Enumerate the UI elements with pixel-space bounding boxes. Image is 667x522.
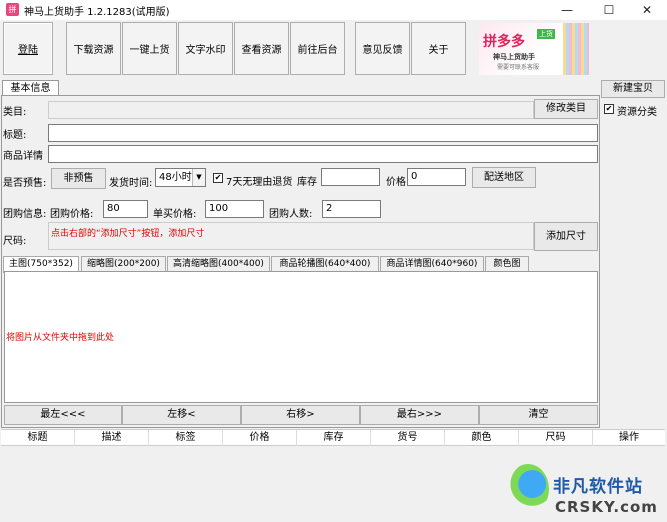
download-label: 下载资源 [73, 45, 114, 56]
items-table-header: 标题 描述 标签 价格 库存 货号 颜色 尺码 操作 [1, 429, 665, 446]
maximize-button[interactable]: ☐ [589, 0, 629, 20]
feedback-button[interactable]: 意见反馈 [355, 22, 410, 75]
size-hint: 点击右部的“添加尺寸”按钮，添加尺寸 [51, 229, 205, 239]
single-price-input[interactable]: 100 [205, 200, 264, 218]
stock-label: 库存 [297, 177, 317, 188]
watermark-label: 文字水印 [185, 45, 226, 56]
group-size-input[interactable]: 2 [322, 200, 381, 218]
return-policy-label: 7天无理由退货 [226, 177, 293, 188]
column-header[interactable]: 标签 [149, 430, 223, 446]
watermark-logo-icon [507, 464, 549, 514]
resource-category-checkbox[interactable]: ✔ [604, 104, 614, 114]
ad-banner[interactable]: 拼多多 上货 神马上货助手 需要可联系客服 [479, 23, 589, 75]
move-left-button[interactable]: 左移< [122, 405, 241, 425]
view-resources-label: 查看资源 [241, 45, 282, 56]
group-info-label: 团购信息: [3, 209, 47, 220]
site-watermark: 非凡软件站 CRSKY.com [505, 462, 667, 522]
minimize-button[interactable]: — [547, 0, 587, 20]
login-label: 登陆 [18, 45, 38, 56]
go-backend-button[interactable]: 前往后台 [290, 22, 345, 75]
title-bar: 拼 神马上货助手 1.2.1283(试用版) — ☐ ✕ [0, 0, 667, 20]
column-header[interactable]: 库存 [297, 430, 371, 446]
group-price-label: 团购价格: [50, 209, 94, 220]
add-size-button[interactable]: 添加尺寸 [534, 222, 598, 251]
tab-detail-image[interactable]: 商品详情图(640*960) [380, 256, 484, 272]
column-header[interactable]: 尺码 [519, 430, 593, 446]
text-watermark-button[interactable]: 文字水印 [178, 22, 233, 75]
tab-thumbnail[interactable]: 缩略图(200*200) [81, 256, 166, 272]
about-label: 关于 [428, 45, 449, 56]
drop-hint: 将图片从文件夹中拖到此处 [6, 333, 115, 343]
resource-category-label: 资源分类 [617, 107, 657, 118]
shipping-region-button[interactable]: 配送地区 [472, 167, 536, 188]
view-resources-button[interactable]: 查看资源 [234, 22, 289, 75]
price-label: 价格 [386, 177, 406, 188]
ship-time-label: 发货时间: [109, 178, 153, 189]
group-size-label: 团购人数: [269, 209, 313, 220]
tab-basic-info[interactable]: 基本信息 [2, 80, 59, 96]
detail-input[interactable] [48, 145, 598, 163]
ship-time-value: 48小时 [159, 172, 192, 183]
size-list[interactable]: 点击右部的“添加尺寸”按钮，添加尺寸 [48, 222, 534, 250]
download-resources-button[interactable]: 下载资源 [66, 22, 121, 75]
ad-line1: 神马上货助手 [493, 53, 535, 61]
watermark-cn: 非凡软件站 [553, 477, 643, 497]
about-button[interactable]: 关于 [411, 22, 466, 75]
column-header[interactable]: 价格 [223, 430, 297, 446]
image-drop-area[interactable]: 将图片从文件夹中拖到此处 [4, 271, 598, 403]
tab-carousel-image[interactable]: 商品轮播图(640*400) [271, 256, 379, 272]
column-header[interactable]: 颜色 [445, 430, 519, 446]
title-input[interactable] [48, 124, 598, 142]
one-click-upload-button[interactable]: 一键上货 [122, 22, 177, 75]
single-price-label: 单买价格: [153, 209, 197, 220]
chevron-down-icon: ▼ [192, 169, 205, 186]
edit-category-button[interactable]: 修改类目 [534, 99, 598, 119]
group-price-input[interactable]: 80 [103, 200, 148, 218]
column-header[interactable]: 货号 [371, 430, 445, 446]
ad-badge: 上货 [537, 29, 555, 39]
category-label: 类目: [3, 107, 27, 118]
window-title: 神马上货助手 1.2.1283(试用版) [24, 7, 170, 18]
size-label: 尺码: [3, 236, 27, 247]
close-button[interactable]: ✕ [627, 0, 667, 20]
return-policy-checkbox[interactable]: ✔ [213, 173, 223, 183]
clear-button[interactable]: 清空 [479, 405, 598, 425]
app-icon: 拼 [6, 3, 19, 16]
tab-color-image[interactable]: 颜色图 [485, 256, 529, 272]
column-header[interactable]: 操作 [593, 430, 665, 446]
watermark-en: CRSKY.com [555, 498, 658, 516]
detail-label: 商品详情 [3, 151, 43, 162]
tab-hd-thumbnail[interactable]: 高清缩略图(400*400) [167, 256, 270, 272]
ad-line2: 需要可联系客服 [497, 64, 540, 71]
feedback-label: 意见反馈 [362, 45, 403, 56]
presale-label: 是否预售: [3, 178, 47, 189]
category-field [48, 101, 534, 119]
price-input[interactable]: 0 [407, 168, 466, 186]
new-item-button[interactable]: 新建宝贝 [601, 80, 665, 98]
move-far-left-button[interactable]: 最左<<< [4, 405, 122, 425]
login-button[interactable]: 登陆 [3, 22, 53, 75]
ad-decoration [563, 23, 589, 75]
presale-button[interactable]: 非预售 [51, 168, 106, 189]
ad-brand: 拼多多 [483, 34, 525, 50]
go-backend-label: 前往后台 [297, 45, 338, 56]
one-click-label: 一键上货 [129, 45, 170, 56]
move-far-right-button[interactable]: 最右>>> [360, 405, 479, 425]
stock-input[interactable] [321, 168, 380, 186]
column-header[interactable]: 描述 [75, 430, 149, 446]
ship-time-select[interactable]: 48小时 ▼ [155, 168, 206, 187]
column-header[interactable]: 标题 [1, 430, 75, 446]
move-right-button[interactable]: 右移> [241, 405, 360, 425]
basic-info-panel: 类目: 修改类目 标题: 商品详情 是否预售: 非预售 发货时间: 48小时 ▼… [1, 95, 600, 428]
title-label: 标题: [3, 130, 27, 141]
